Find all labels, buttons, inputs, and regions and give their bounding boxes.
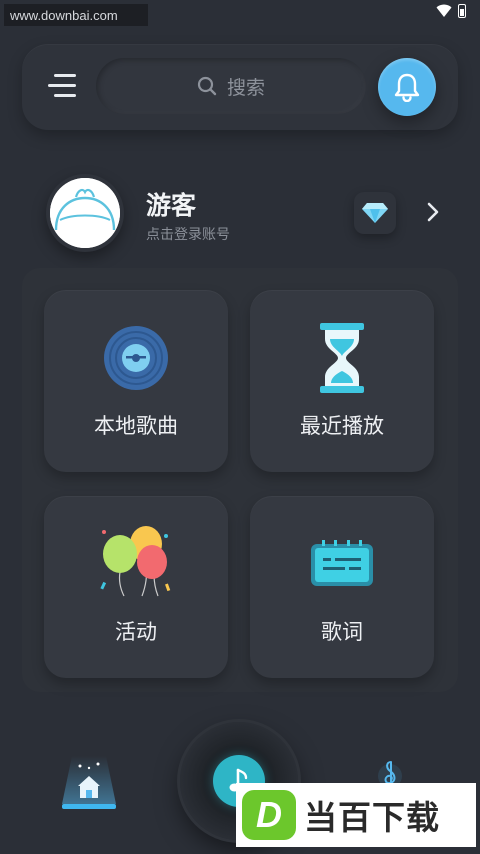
home-icon bbox=[62, 756, 116, 809]
local-songs-card[interactable]: 本地歌曲 bbox=[44, 290, 228, 472]
balloons-icon bbox=[100, 526, 171, 597]
local-songs-label: 本地歌曲 bbox=[94, 414, 178, 438]
wifi-icon bbox=[436, 4, 452, 17]
bell-icon bbox=[394, 73, 420, 102]
lyrics-card-icon bbox=[311, 540, 373, 586]
site-watermark-text: www.downbai.com bbox=[10, 7, 118, 23]
recent-plays-card[interactable]: 最近播放 bbox=[250, 290, 434, 472]
search-icon bbox=[197, 76, 217, 96]
site-watermark: www.downbai.com bbox=[4, 4, 148, 26]
vip-button[interactable] bbox=[354, 192, 396, 234]
search-placeholder: 搜索 bbox=[226, 76, 265, 99]
tab-home[interactable] bbox=[58, 752, 120, 812]
search-bar[interactable]: 搜索 bbox=[96, 58, 366, 114]
top-bar: 搜索 bbox=[22, 44, 458, 130]
menu-button[interactable] bbox=[48, 74, 78, 98]
notification-button[interactable] bbox=[378, 58, 436, 116]
lyrics-label: 歌词 bbox=[321, 620, 363, 644]
chevron-right-icon[interactable] bbox=[426, 200, 440, 224]
feature-grid: 本地歌曲 最近播放 活动 歌词 bbox=[22, 268, 458, 692]
hourglass-icon bbox=[320, 323, 364, 393]
brand-watermark: D 当百下载 bbox=[236, 783, 476, 847]
activities-card[interactable]: 活动 bbox=[44, 496, 228, 678]
battery-icon bbox=[458, 4, 466, 18]
lyrics-card[interactable]: 歌词 bbox=[250, 496, 434, 678]
user-profile-row[interactable]: 游客 点击登录账号 bbox=[22, 170, 458, 258]
brand-name: 当百下载 bbox=[304, 798, 440, 837]
recent-plays-label: 最近播放 bbox=[300, 414, 384, 438]
vinyl-record-icon bbox=[104, 326, 168, 390]
diamond-icon bbox=[362, 203, 388, 223]
user-name: 游客 bbox=[146, 191, 197, 220]
guest-avatar-icon bbox=[50, 178, 120, 248]
avatar[interactable] bbox=[46, 174, 124, 252]
status-bar bbox=[436, 4, 466, 18]
activities-label: 活动 bbox=[115, 620, 157, 644]
login-hint[interactable]: 点击登录账号 bbox=[146, 224, 230, 244]
menu-icon bbox=[54, 74, 76, 77]
brand-logo: D bbox=[242, 790, 296, 840]
